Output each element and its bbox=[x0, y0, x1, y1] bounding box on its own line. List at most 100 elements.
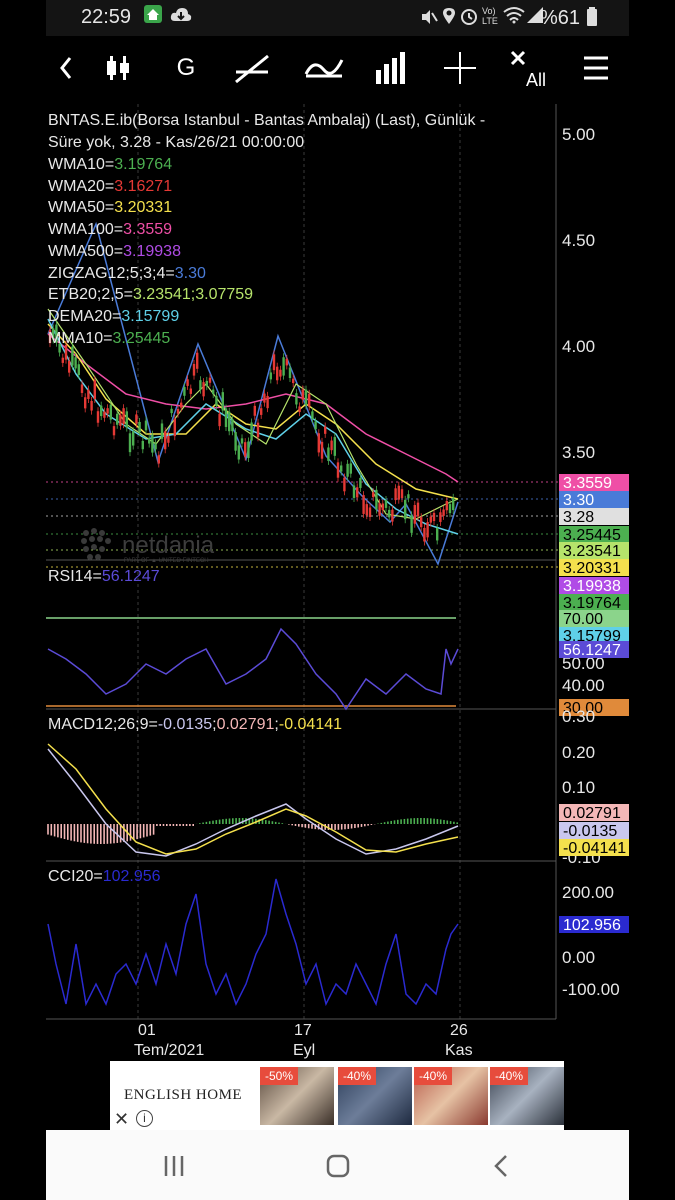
indicator-value: 3.20331 bbox=[114, 199, 173, 217]
crosshair-button[interactable] bbox=[438, 46, 482, 90]
time-tick-day: 17 bbox=[294, 1022, 312, 1039]
ad-discount-badge: -40% bbox=[414, 1067, 453, 1085]
back-button[interactable] bbox=[46, 46, 90, 90]
indicator-name: ETB20;2,5= bbox=[48, 286, 133, 304]
indicator-name: ZIGZAG12;5;3;4= bbox=[48, 264, 175, 282]
candle-body bbox=[413, 505, 416, 524]
candle-body bbox=[285, 358, 288, 366]
price-tag-text: 3.19764 bbox=[563, 595, 621, 612]
candle-body bbox=[448, 504, 452, 514]
volte-label: Vo) LTE bbox=[482, 6, 498, 26]
candle-body bbox=[343, 477, 346, 492]
candle-body bbox=[122, 408, 125, 425]
candle-body bbox=[352, 485, 356, 498]
candle-body bbox=[109, 404, 112, 420]
candle-body bbox=[224, 408, 228, 427]
chart-area[interactable]: netdania PART OF ▲ UNITED FINTECH 5.00 4.… bbox=[46, 104, 629, 1130]
indicator-legend-item: ZIGZAG12;5;3;4=3.30 bbox=[48, 265, 206, 283]
g-button[interactable]: G bbox=[164, 46, 208, 90]
ad-product-image[interactable]: -50% bbox=[260, 1067, 334, 1125]
volume-bars-button[interactable] bbox=[370, 46, 414, 90]
cci-axis-label: 0.00 bbox=[562, 948, 595, 967]
price-tag-text: 3.3559 bbox=[563, 475, 612, 492]
indicator-legend-item: WMA50=3.20331 bbox=[48, 199, 172, 217]
delete-all-label: All bbox=[526, 70, 547, 90]
candle-body bbox=[157, 455, 160, 464]
battery-percent: %61 bbox=[540, 7, 581, 29]
wifi-icon bbox=[502, 6, 526, 29]
candle-body bbox=[199, 380, 202, 390]
candle-body bbox=[186, 379, 189, 386]
chart-header-line1: BNTAS.E.ib(Borsa Istanbul - Bantas Ambal… bbox=[48, 112, 486, 129]
indicator-value: 3.19938 bbox=[123, 242, 181, 260]
delete-all-button[interactable]: All bbox=[508, 46, 552, 90]
ad-info-icon[interactable]: i bbox=[136, 1110, 153, 1127]
price-tag: 3.19938 bbox=[559, 577, 629, 595]
candle-body bbox=[144, 420, 148, 431]
ad-discount-badge: -40% bbox=[338, 1067, 377, 1085]
candle-body bbox=[215, 395, 218, 406]
rsi-label: RSI14=56.1247 bbox=[48, 568, 160, 585]
alarm-icon bbox=[460, 7, 478, 30]
candle-body bbox=[452, 497, 455, 511]
ad-product-image[interactable]: -40% bbox=[490, 1067, 564, 1125]
price-tag-text: 3.30 bbox=[563, 492, 594, 509]
candle-body bbox=[80, 384, 84, 393]
candle-body bbox=[272, 354, 276, 371]
cci-panel bbox=[47, 878, 459, 1007]
axis-labels: 5.004.504.003.503.35593.303.283.254453.2… bbox=[559, 125, 629, 999]
ad-product-image[interactable]: -40% bbox=[414, 1067, 488, 1125]
price-tag: 3.3559 bbox=[559, 474, 629, 492]
candle-body bbox=[218, 413, 221, 427]
candle-body bbox=[301, 389, 304, 400]
candle-body bbox=[132, 431, 135, 446]
candle-body bbox=[256, 422, 260, 438]
candle-body bbox=[304, 389, 308, 406]
ad-close-icon[interactable]: ✕ bbox=[114, 1109, 129, 1130]
macd-axis-label: 0.20 bbox=[562, 743, 595, 762]
candle-body bbox=[400, 489, 404, 499]
indicator-value: 3.25445 bbox=[112, 329, 171, 347]
candle-body bbox=[397, 485, 400, 500]
candle-body bbox=[349, 463, 352, 474]
price-axis-label: 5.00 bbox=[562, 125, 595, 144]
indicators-button[interactable] bbox=[302, 46, 346, 90]
candle-body bbox=[96, 411, 100, 423]
candle-body bbox=[439, 512, 442, 522]
indicator-legend-item: MMA10=3.25445 bbox=[48, 330, 170, 348]
draw-line-button[interactable] bbox=[230, 46, 274, 90]
status-time: 22:59 bbox=[81, 6, 132, 28]
indicator-name: WMA500= bbox=[48, 242, 124, 260]
candle-body bbox=[404, 499, 407, 520]
macd-panel bbox=[47, 743, 459, 857]
ad-product-image[interactable]: -40% bbox=[338, 1067, 412, 1125]
candle-body bbox=[388, 509, 391, 518]
location-icon bbox=[442, 7, 456, 30]
ad-banner[interactable]: ENGLISH HOME ✕ i -50% -40% -40% -40% bbox=[110, 1061, 564, 1131]
candle-body bbox=[148, 438, 151, 444]
candlestick-button[interactable] bbox=[96, 46, 140, 90]
price-axis-label: 4.00 bbox=[562, 337, 595, 356]
indicator-value: 3.30 bbox=[174, 264, 206, 282]
watermark-subtext: PART OF ▲ UNITED FINTECH bbox=[124, 558, 209, 564]
wma50-line bbox=[47, 323, 459, 500]
candle-body bbox=[330, 440, 333, 451]
price-tag: 3.28 bbox=[559, 508, 629, 526]
candle-body bbox=[368, 507, 372, 517]
candle-body bbox=[340, 465, 343, 472]
candle-body bbox=[141, 440, 144, 450]
back-nav-button[interactable] bbox=[482, 1146, 522, 1186]
macd-tag-text: -0.0135 bbox=[563, 823, 617, 840]
ad-discount-badge: -50% bbox=[260, 1067, 299, 1085]
home-button[interactable] bbox=[318, 1146, 358, 1186]
menu-button[interactable] bbox=[574, 46, 618, 90]
candle-body bbox=[260, 408, 263, 415]
price-tag: 3.25445 bbox=[559, 526, 629, 544]
recent-apps-button[interactable] bbox=[154, 1146, 194, 1186]
candle-body bbox=[407, 494, 410, 499]
candle-body bbox=[87, 389, 90, 399]
candle-body bbox=[183, 387, 186, 396]
candle-body bbox=[202, 382, 205, 397]
candle-body bbox=[151, 434, 154, 453]
candle-body bbox=[180, 402, 183, 408]
